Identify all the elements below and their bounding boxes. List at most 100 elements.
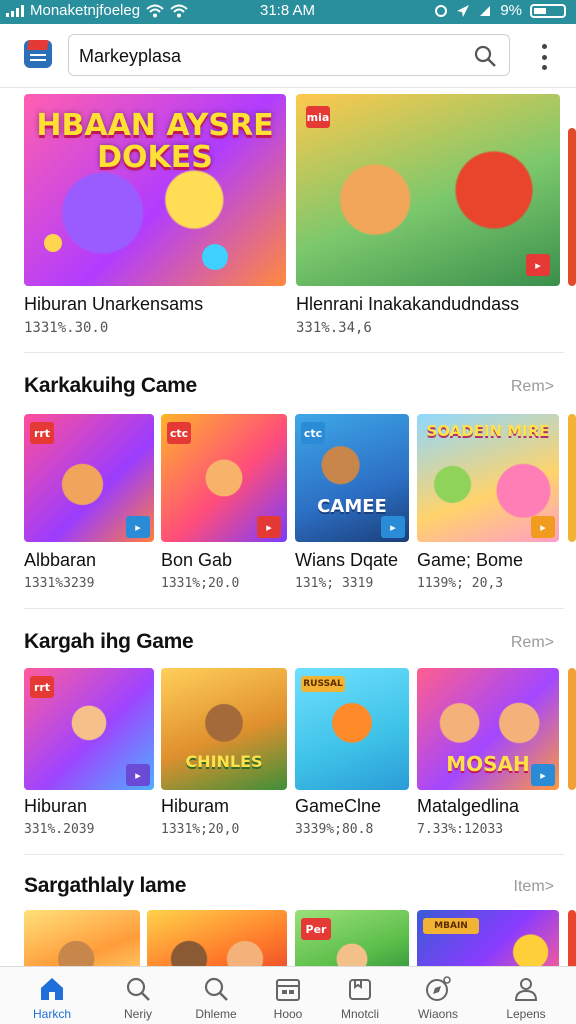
section-2-item-4-art[interactable]: MOSAH ▸ [417,668,559,790]
more-options-icon[interactable] [538,44,550,70]
section-3-item-4-art-caption: MBAIN [423,918,479,934]
nav-tab-2-label: Neriy [123,1007,152,1021]
section-2-more-link[interactable]: Rem> [511,634,554,652]
section-3-item-2-art[interactable] [147,910,287,966]
section-2-title: Kargah ihg Game [24,630,194,653]
section-2-item-3-art[interactable]: RUSSAL [295,668,409,790]
hero-card-1-meta: 1331%.30.0 [24,320,109,336]
section-1-item-4-title[interactable]: Game; Bome [417,550,559,571]
status-left: Monaketnjfoeleg [6,2,188,19]
wifi-icon [170,4,188,17]
signal-strength-icon [480,5,491,16]
section-1-item-3-title[interactable]: Wians Dqate [295,550,409,571]
play-badge-icon: ▸ [526,254,550,276]
hero-card-2-meta: 331%.34,6 [296,320,372,336]
status-time: 31:8 AM [260,2,316,19]
section-1-item-4-art-caption: SOADEIN MIRE [426,422,550,440]
nav-tab-3[interactable]: Dhleme [180,967,252,1024]
search-bar[interactable] [68,34,510,76]
section-1-item-4-art[interactable]: SOADEIN MIRE ▸ [417,414,559,542]
section-3-title: Sargathlaly lame [24,874,187,897]
hero-card-2-badge: mia [306,106,330,128]
hero-card-1-title[interactable]: Hiburan Unarkensams [24,294,286,315]
status-right: 9% [434,2,566,19]
section-1-item-3-art[interactable]: ctc CAMEE ▸ [295,414,409,542]
section-1-item-2-meta: 1331%;20.0 [161,576,240,591]
section-1-item-2-art[interactable]: ctc ▸ [161,414,287,542]
app-logo-icon[interactable] [24,40,52,68]
app-header [0,24,576,88]
section-2-item-3-title[interactable]: GameClne [295,796,409,817]
signal-icon [6,4,24,17]
nav-tab-5[interactable]: Mnotcli [324,967,396,1024]
section-2-item-5-art-peek[interactable] [568,668,576,790]
section-1-item-5-art-peek[interactable] [568,414,576,542]
section-divider [24,854,564,855]
play-badge-icon: ▸ [126,516,150,538]
section-3-more-link[interactable]: Item> [514,878,554,896]
sync-icon [435,4,448,17]
section-2-item-4-meta: 7.33%:12033 [417,822,504,837]
calendar-icon [276,979,300,1001]
search-input[interactable] [79,43,459,69]
section-3-item-3-badge: Per [301,918,331,940]
section-1-more-link[interactable]: Rem> [511,378,554,396]
compass-icon [426,976,451,1001]
carrier-label: Monaketnjfoeleg [30,2,141,19]
play-badge-icon: ▸ [381,516,405,538]
nav-tab-6-label: Wiaons [417,1007,458,1021]
nav-tab-6[interactable]: Wiaons [402,967,474,1024]
section-1-item-2-badge: ctc [167,422,191,444]
status-bar: Monaketnjfoeleg 31:8 AM 9% [0,0,576,24]
section-1-item-1-art[interactable]: rrt ▸ [24,414,154,542]
section-1-item-1-meta: 1331%3239 [24,576,95,591]
hero-card-2-art[interactable]: mia ▸ [296,94,560,286]
play-badge-icon: ▸ [531,764,555,786]
hero-card-2-title[interactable]: Hlenrani Inakakandudndass [296,294,562,315]
bottom-navigation: Harkch Neriy Dhleme Hooo Mnotcli Wiaons … [0,966,576,1024]
section-3-item-5-art-peek[interactable] [568,910,576,966]
section-divider [24,352,564,353]
section-2-item-2-art[interactable]: CHINLES [161,668,287,790]
section-1-item-1-badge: rrt [30,422,54,444]
main-content: HBAAN AYSRE DOKES Hiburan Unarkensams 13… [0,88,576,966]
section-3-item-4-art[interactable]: MBAIN [417,910,559,966]
section-1-item-2-title[interactable]: Bon Gab [161,550,287,571]
wifi-icon [146,4,164,17]
section-3-item-1-art[interactable] [24,910,140,966]
section-2-item-2-title[interactable]: Hiburam [161,796,287,817]
section-1-item-1-title[interactable]: Albbaran [24,550,154,571]
nav-tab-2[interactable]: Neriy [102,967,174,1024]
nav-tab-4-label: Hooo [273,1007,303,1021]
section-1-item-3-badge: ctc [301,422,325,444]
search-icon[interactable] [473,44,497,68]
section-2-item-4-title[interactable]: Matalgedlina [417,796,559,817]
hero-card-3-art-peek[interactable] [568,128,576,286]
section-2-item-1-art[interactable]: rrt ▸ [24,668,154,790]
section-2-item-3-meta: 3339%;80.8 [295,822,374,837]
play-badge-icon: ▸ [126,764,150,786]
hero-card-1-art-caption: HBAAN AYSRE DOKES [36,108,274,175]
search-icon [204,977,228,1001]
nav-tab-5-label: Mnotcli [340,1007,379,1021]
search-icon [126,977,150,1001]
hero-card-1-art[interactable]: HBAAN AYSRE DOKES [24,94,286,286]
nav-tab-4[interactable]: Hooo [252,967,324,1024]
section-2-item-2-art-caption: CHINLES [185,752,263,771]
nav-tab-1[interactable]: Harkch [16,967,88,1024]
location-icon [457,4,470,17]
nav-tab-1-label: Harkch [32,1007,71,1021]
section-2-item-1-badge: rrt [30,676,54,698]
home-icon [41,978,63,1000]
section-1-title: Karkakuihg Came [24,374,197,397]
nav-tab-7[interactable]: Lepens [490,967,562,1024]
section-3-item-3-art[interactable]: Per [295,910,409,966]
section-1-item-3-meta: 131%; 3319 [295,576,374,591]
section-2-item-1-meta: 331%.2039 [24,822,95,837]
section-2-item-2-meta: 1331%;20,0 [161,822,240,837]
battery-icon [530,3,566,18]
section-2-item-1-title[interactable]: Hiburan [24,796,154,817]
battery-percent: 9% [500,2,522,19]
nav-tab-3-label: Dhleme [195,1007,237,1021]
play-badge-icon: ▸ [531,516,555,538]
